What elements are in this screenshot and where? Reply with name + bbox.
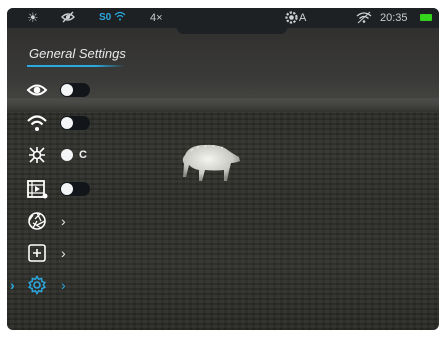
toggle-knob (61, 149, 73, 161)
aperture-icon (26, 211, 48, 231)
palette-label: A (299, 12, 307, 24)
mode-label: S0 (99, 12, 112, 23)
chevron-right-icon: › (61, 277, 66, 293)
mode-indicator[interactable]: S0 (99, 11, 126, 25)
calibration-icon (26, 145, 48, 165)
clock-time: 20:35 (380, 12, 408, 24)
thermal-viewfinder-screen: ☀ S0 4× A 20:35 General Settings C › › ›… (0, 0, 446, 338)
video-record-toggle-switch[interactable] (60, 182, 90, 196)
menu-item-display-toggle[interactable] (7, 79, 127, 101)
menu-item-general-settings[interactable]: › › (7, 274, 127, 296)
toggle-knob (61, 84, 73, 96)
menu-item-aperture[interactable]: › (7, 210, 127, 232)
gear-icon (26, 275, 48, 295)
video-record-icon (26, 179, 48, 199)
wifi-signal-icon (356, 11, 372, 25)
wifi-icon (114, 11, 126, 21)
wild-boar-thermal-image (182, 144, 240, 181)
menu-item-calibration-toggle[interactable]: C (7, 144, 127, 166)
status-bar: ☀ S0 4× A 20:35 (7, 8, 439, 28)
menu-title-underline (27, 65, 125, 67)
toggle-knob (61, 117, 73, 129)
menu-item-video-record-toggle[interactable] (7, 178, 127, 200)
menu-item-add[interactable]: › (7, 242, 127, 264)
selection-marker: › (10, 277, 15, 293)
zoom-level[interactable]: 4× (150, 11, 163, 25)
calibration-mode-label: C (79, 149, 87, 161)
menu-item-wifi-toggle[interactable] (7, 112, 127, 134)
plus-square-icon (26, 243, 48, 263)
wifi-toggle-switch[interactable] (60, 116, 90, 130)
display-toggle-switch[interactable] (60, 83, 90, 97)
battery-icon (420, 14, 432, 21)
eye-off-icon[interactable] (61, 11, 75, 25)
menu-title: General Settings (29, 46, 126, 61)
wifi-icon (26, 113, 48, 133)
chevron-right-icon: › (61, 245, 66, 261)
thermal-image-view: ☀ S0 4× A 20:35 General Settings C › › ›… (7, 8, 439, 330)
chevron-right-icon: › (61, 213, 66, 229)
toggle-knob (61, 183, 73, 195)
status-bar-tab (177, 28, 287, 34)
eye-icon (26, 80, 48, 100)
sun-brightness-icon[interactable]: ☀ (27, 11, 39, 25)
palette-icon[interactable] (285, 11, 298, 25)
